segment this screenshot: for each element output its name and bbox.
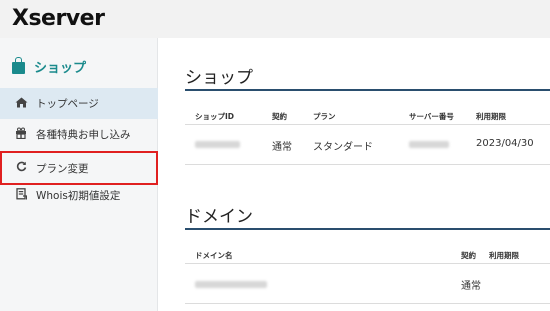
sidebar-item-label: 各種特典お申し込み [36,129,131,141]
shop-section-title: ショップ [185,68,253,88]
shop-col-server-number: サーバー番号 [409,112,454,121]
shop-id-redacted [195,141,240,148]
domain-col-expiry: 利用期限 [489,251,519,260]
gift-icon [14,127,28,142]
sidebar-item-top-page[interactable]: トップページ [0,88,158,119]
domain-section-title: ドメイン [185,207,253,227]
domain-section-rule [185,228,550,230]
shop-header-divider [185,124,550,125]
home-icon [14,97,28,111]
document-icon [14,188,28,203]
domain-col-contract: 契約 [461,251,476,260]
domain-header-divider [185,263,550,264]
shop-section-rule [185,89,550,91]
top-header: Xserver [0,0,550,38]
shop-col-id: ショップID [195,112,235,121]
shop-col-contract: 契約 [272,112,287,121]
shopping-bag-icon [12,56,25,74]
refresh-icon [14,161,28,175]
domain-row-divider [185,303,550,304]
shop-contract-value: 通常 [272,142,292,153]
shop-expiry-value: 2023/04/30 [476,138,534,149]
sidebar-title-label: ショップ [34,60,87,76]
sidebar-item-label: Whois初期値設定 [36,190,121,202]
sidebar-item-label: トップページ [36,98,99,110]
sidebar: ショップ トップページ 各種特典お申し込み プラン変更 Whois初期値設定 [0,38,158,311]
domain-col-name: ドメイン名 [195,251,233,260]
shop-plan-value: スタンダード [313,142,373,153]
domain-contract-value: 通常 [461,281,481,292]
shop-row-divider [185,164,550,165]
sidebar-item-benefits[interactable]: 各種特典お申し込み [0,119,158,150]
domain-name-redacted[interactable] [195,281,267,288]
sidebar-item-label: プラン変更 [36,162,89,175]
shop-col-expiry: 利用期限 [476,112,506,121]
sidebar-item-whois[interactable]: Whois初期値設定 [0,180,158,211]
server-number-redacted [409,141,449,148]
xserver-logo[interactable]: Xserver [12,6,105,31]
shop-col-plan: プラン [313,112,336,121]
sidebar-title: ショップ [12,56,86,76]
